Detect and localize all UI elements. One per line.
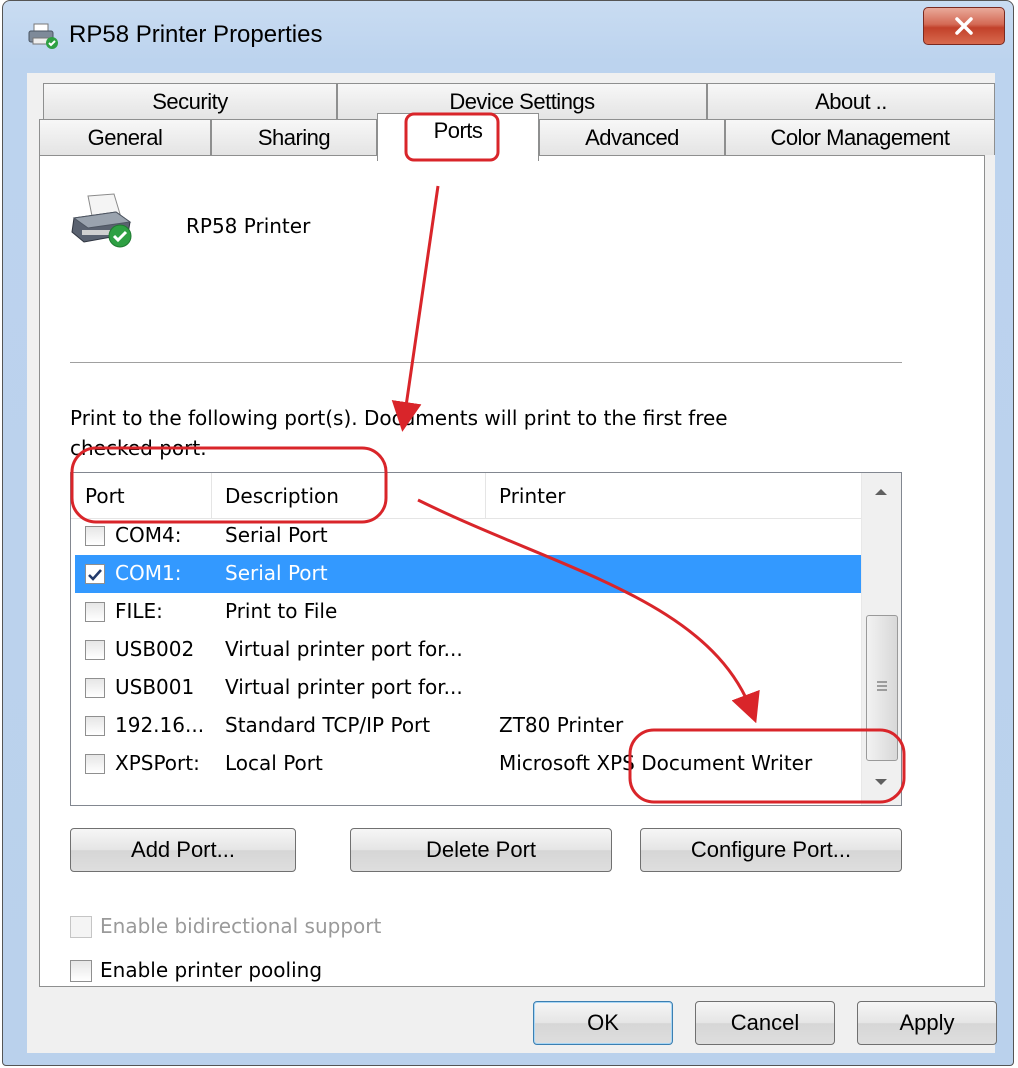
grip-icon <box>877 681 887 691</box>
separator <box>70 362 902 363</box>
table-row[interactable]: USB002 Virtual printer port for... <box>75 631 861 669</box>
table-row[interactable]: COM4: Serial Port <box>75 517 861 555</box>
title-bar[interactable]: RP58 Printer Properties <box>3 1 1013 73</box>
tab-label: Color Management <box>770 124 950 150</box>
configure-port-button[interactable]: Configure Port... <box>640 828 902 872</box>
instructions-line-2: checked port. <box>70 436 207 460</box>
port-description-cell: Standard TCP/IP Port <box>225 713 431 737</box>
port-name-cell: COM1: <box>115 561 182 585</box>
port-name-cell: USB002 <box>115 637 195 661</box>
pooling-label: Enable printer pooling <box>100 958 323 982</box>
tab-advanced[interactable]: Advanced <box>539 119 725 155</box>
tab-sharing[interactable]: Sharing <box>211 119 377 155</box>
port-printer-cell: ZT80 Printer <box>499 713 624 737</box>
pooling-checkbox[interactable] <box>70 960 92 982</box>
port-checkbox[interactable] <box>85 640 105 660</box>
port-description-cell: Serial Port <box>225 523 328 547</box>
column-header-description[interactable]: Description <box>211 473 485 519</box>
port-checkbox[interactable] <box>85 716 105 736</box>
port-description-cell: Virtual printer port for... <box>225 675 463 699</box>
port-description-cell: Serial Port <box>225 561 328 585</box>
delete-port-button[interactable]: Delete Port <box>350 828 612 872</box>
add-port-button[interactable]: Add Port... <box>70 828 296 872</box>
tab-label: Advanced <box>585 124 679 150</box>
button-label: Delete Port <box>425 837 537 862</box>
port-description-cell: Local Port <box>225 751 323 775</box>
tab-about[interactable]: About .. <box>707 83 995 119</box>
tab-color-management[interactable]: Color Management <box>725 119 995 155</box>
printer-icon <box>71 193 132 248</box>
column-header-port[interactable]: Port <box>71 473 211 519</box>
checkmark-icon <box>88 569 102 581</box>
apply-button[interactable]: Apply <box>857 1001 997 1045</box>
button-label: OK <box>587 1010 619 1035</box>
window-title: RP58 Printer Properties <box>69 21 323 48</box>
table-row[interactable]: FILE: Print to File <box>75 593 861 631</box>
ports-tab-panel: RP58 Printer Print to the following port… <box>39 155 985 987</box>
bidirectional-checkbox[interactable] <box>70 916 92 938</box>
printer-icon <box>28 23 58 49</box>
scrollbar-thumb[interactable] <box>866 615 898 761</box>
port-checkbox[interactable] <box>85 754 105 774</box>
port-name-cell: USB001 <box>115 675 195 699</box>
port-name-cell: FILE: <box>115 599 163 623</box>
port-name-cell: COM4: <box>115 523 182 547</box>
table-row[interactable]: 192.16... Standard TCP/IP Port ZT80 Printe… <box>75 707 861 745</box>
bidirectional-label: Enable bidirectional support <box>100 914 382 938</box>
button-label: Cancel <box>730 1010 800 1035</box>
tab-label: General <box>87 124 163 150</box>
table-row[interactable]: USB001 Virtual printer port for... <box>75 669 861 707</box>
tab-label: Ports <box>433 118 483 143</box>
list-header: Port Description Printer <box>71 473 861 519</box>
button-label: Add Port... <box>131 837 235 862</box>
port-printer-cell: Microsoft XPS Document Writer <box>499 751 813 775</box>
tab-ports[interactable]: Ports <box>377 113 539 161</box>
port-checkbox[interactable] <box>85 602 105 622</box>
table-row[interactable]: XPSPort: Local Port Microsoft XPS Document… <box>75 745 861 783</box>
port-checkbox[interactable] <box>85 564 105 584</box>
printer-properties-window: RP58 Printer Properties Security Device … <box>2 0 1014 1066</box>
scroll-down-icon[interactable] <box>874 777 888 787</box>
ok-button[interactable]: OK <box>533 1001 673 1045</box>
cancel-button[interactable]: Cancel <box>695 1001 835 1045</box>
port-checkbox[interactable] <box>85 526 105 546</box>
button-label: Configure Port... <box>690 837 852 862</box>
table-row[interactable]: COM1: Serial Port <box>75 555 861 593</box>
port-list[interactable]: Port Description Printer COM4: Serial Por… <box>70 472 902 806</box>
tab-label: Device Settings <box>449 88 595 114</box>
port-description-cell: Virtual printer port for... <box>225 637 463 661</box>
tab-label: About .. <box>815 88 887 114</box>
scroll-up-icon[interactable] <box>874 487 888 497</box>
tab-label: Security <box>152 88 228 114</box>
dialog-body: Security Device Settings About .. Genera… <box>27 73 997 1053</box>
tab-general[interactable]: General <box>39 119 211 155</box>
printer-name: RP58 Printer <box>186 214 311 238</box>
port-description-cell: Print to File <box>225 599 338 623</box>
column-header-printer[interactable]: Printer <box>485 473 861 519</box>
tab-label: Sharing <box>257 124 331 150</box>
port-name-cell: XPSPort: <box>115 751 200 775</box>
close-button[interactable] <box>923 7 1005 45</box>
port-name-cell: 192.16... <box>115 713 205 737</box>
close-icon <box>955 17 973 35</box>
instructions-line-1: Print to the following port(s). Document… <box>70 406 728 430</box>
vertical-scrollbar[interactable] <box>861 473 901 805</box>
button-label: Apply <box>899 1010 955 1035</box>
tab-security[interactable]: Security <box>43 83 337 119</box>
port-checkbox[interactable] <box>85 678 105 698</box>
